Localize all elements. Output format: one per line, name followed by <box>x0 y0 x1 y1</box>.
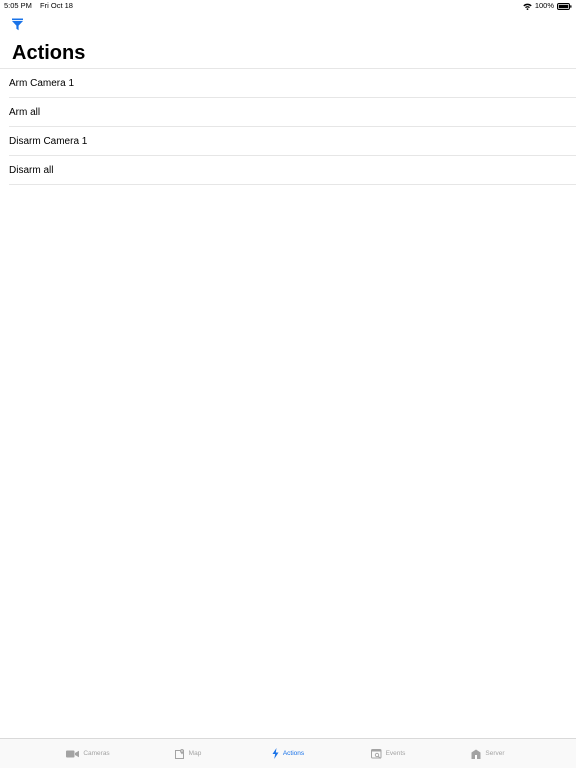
server-icon <box>471 749 485 759</box>
lightning-bolt-icon <box>272 748 283 759</box>
tab-actions-label: Actions <box>282 750 305 757</box>
battery-percentage: 100% <box>534 1 554 10</box>
tab-cameras[interactable]: Cameras <box>38 739 138 768</box>
battery-icon <box>557 2 572 10</box>
actions-list: Arm Camera 1 Arm all Disarm Camera 1 Dis… <box>0 68 576 185</box>
tab-events-label: Events <box>385 750 406 757</box>
action-arm-all[interactable]: Arm all <box>0 98 576 127</box>
map-icon <box>174 748 189 759</box>
wifi-icon <box>523 3 532 10</box>
tab-server[interactable]: Server <box>438 739 538 768</box>
tab-events[interactable]: Events <box>338 739 438 768</box>
video-camera-icon <box>66 750 83 758</box>
status-date: Fri Oct 18 <box>40 1 73 10</box>
status-time-date: 5:05 PM Fri Oct 18 <box>4 0 73 12</box>
status-bar: 5:05 PM Fri Oct 18 100% <box>0 0 576 12</box>
tab-bar: Cameras Map Actions Events Server <box>0 738 576 768</box>
status-indicators: 100% <box>523 0 572 12</box>
status-time: 5:05 PM <box>4 1 32 10</box>
tab-actions[interactable]: Actions <box>238 739 338 768</box>
tab-server-label: Server <box>485 750 505 757</box>
tab-map-label: Map <box>188 750 202 757</box>
events-icon <box>370 748 386 759</box>
action-arm-camera-1[interactable]: Arm Camera 1 <box>0 69 576 98</box>
action-disarm-all[interactable]: Disarm all <box>0 156 576 185</box>
page-title: Actions <box>12 42 86 64</box>
tab-map[interactable]: Map <box>138 739 238 768</box>
tab-cameras-label: Cameras <box>83 750 110 757</box>
filter-icon[interactable] <box>11 18 24 31</box>
action-disarm-camera-1[interactable]: Disarm Camera 1 <box>0 127 576 156</box>
